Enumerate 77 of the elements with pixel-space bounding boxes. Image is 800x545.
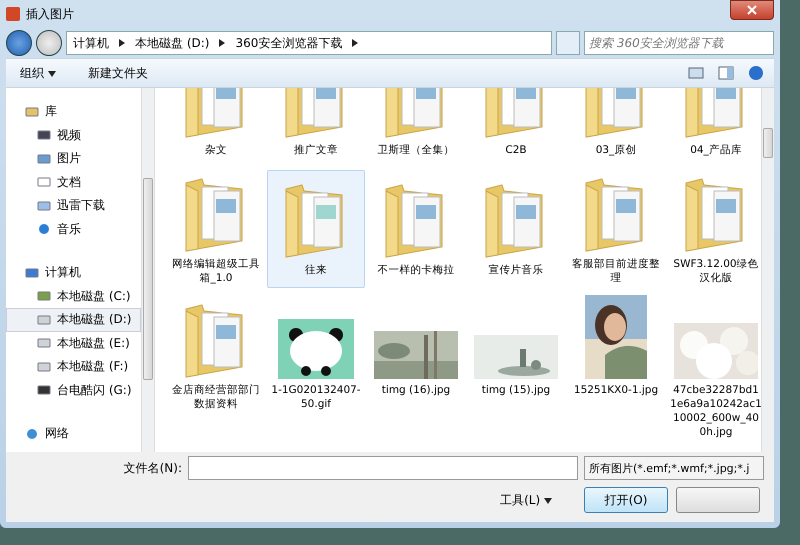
breadcrumb[interactable]: 360安全浏览器下载: [235, 34, 342, 52]
file-item[interactable]: timg (16).jpg: [367, 290, 465, 450]
file-item[interactable]: 卫斯理（全集）: [367, 88, 465, 168]
sidebar-item[interactable]: 计算机: [6, 261, 141, 284]
file-name: 04_产品库: [690, 143, 742, 157]
app-icon: [6, 7, 20, 21]
caret-icon: [48, 70, 56, 76]
file-item[interactable]: C2B: [467, 88, 565, 168]
tools-button[interactable]: 工具(L): [494, 490, 558, 510]
sidebar-item[interactable]: 本地磁盘 (D:): [6, 308, 141, 332]
organize-button[interactable]: 组织: [16, 62, 60, 84]
file-item[interactable]: 金店商经营部部门数据资料: [167, 290, 265, 450]
file-name: 47cbe32287bd11e6a9a10242ac110002_600w_400h.jpg: [670, 383, 761, 439]
file-name: 宣传片音乐: [488, 263, 544, 277]
file-name: 网络编辑超级工具箱_1.0: [171, 257, 261, 285]
new-folder-button[interactable]: 新建文件夹: [84, 62, 152, 84]
sidebar-item[interactable]: 迅雷下载: [6, 194, 141, 218]
file-name: 1-1G020132407-50.gif: [270, 383, 362, 411]
file-item[interactable]: 客服部目前进度整理: [567, 170, 665, 288]
sidebar-item[interactable]: 音乐: [6, 218, 141, 241]
sidebar-item[interactable]: 文档: [6, 170, 141, 194]
file-name: 往来: [305, 263, 327, 277]
chevron-icon: [119, 39, 125, 47]
close-button[interactable]: [730, 0, 774, 20]
sidebar-item[interactable]: 网络: [6, 422, 141, 446]
file-name: timg (15).jpg: [482, 383, 550, 397]
sidebar-item[interactable]: 视频: [6, 124, 141, 147]
file-item[interactable]: 不一样的卡梅拉: [367, 170, 465, 288]
back-button[interactable]: [6, 30, 32, 56]
filetype-dropdown[interactable]: 所有图片(*.emf;*.wmf;*.jpg;*.j: [584, 456, 764, 480]
close-icon: [747, 5, 757, 15]
file-name: 03_原创: [596, 143, 636, 157]
file-name: 客服部目前进度整理: [571, 257, 661, 285]
sidebar-item[interactable]: 台电酷闪 (G:): [6, 378, 141, 402]
file-item[interactable]: 03_原创: [567, 88, 665, 168]
dialog-button[interactable]: [676, 487, 760, 513]
window-title: 插入图片: [26, 6, 74, 22]
file-item[interactable]: 往来: [267, 170, 365, 288]
file-item[interactable]: 04_产品库: [667, 88, 761, 168]
filename-field[interactable]: [188, 456, 578, 480]
file-item[interactable]: 宣传片音乐: [467, 170, 565, 288]
file-item[interactable]: timg (15).jpg: [467, 290, 565, 450]
scrollbar-thumb[interactable]: [763, 128, 773, 158]
sidebar-item[interactable]: 本地磁盘 (E:): [6, 332, 141, 355]
file-name: 不一样的卡梅拉: [378, 263, 454, 277]
file-name: 杂文: [205, 143, 227, 157]
file-item[interactable]: 推广文章: [267, 88, 365, 168]
file-item[interactable]: SWF3.12.00绿色汉化版: [667, 170, 761, 288]
sidebar-item[interactable]: 本地磁盘 (F:): [6, 355, 141, 378]
file-item[interactable]: 1-1G020132407-50.gif: [267, 290, 365, 450]
filename-label: 文件名(N):: [124, 460, 182, 476]
sidebar-item[interactable]: 图片: [6, 147, 141, 170]
scrollbar-thumb[interactable]: [143, 178, 153, 380]
file-name: 15251KX0-1.jpg: [574, 383, 658, 397]
file-name: SWF3.12.00绿色汉化版: [672, 257, 760, 285]
file-name: 卫斯理（全集）: [378, 143, 454, 157]
file-item[interactable]: 15251KX0-1.jpg: [567, 290, 665, 450]
forward-button[interactable]: [36, 30, 62, 56]
file-name: 推广文章: [294, 143, 338, 157]
file-item[interactable]: 杂文: [167, 88, 265, 168]
breadcrumb[interactable]: 计算机: [73, 34, 109, 52]
sidebar-item[interactable]: 库: [6, 100, 141, 124]
file-name: timg (16).jpg: [382, 383, 450, 397]
file-name: 金店商经营部部门数据资料: [171, 383, 261, 411]
sidebar-item[interactable]: 本地磁盘 (C:): [6, 284, 141, 308]
caret-icon: [544, 498, 552, 504]
breadcrumb[interactable]: 本地磁盘 (D:): [135, 34, 210, 52]
chevron-icon: [219, 39, 226, 47]
file-name: C2B: [505, 143, 527, 157]
chevron-icon: [352, 39, 358, 47]
file-item[interactable]: 网络编辑超级工具箱_1.0: [167, 170, 265, 288]
search-field[interactable]: 搜索 360安全浏览器下载: [584, 31, 774, 55]
address-bar[interactable]: 计算机 本地磁盘 (D:) 360安全浏览器下载: [66, 31, 552, 55]
preview-pane-icon[interactable]: [718, 66, 734, 80]
view-icon[interactable]: [688, 67, 704, 79]
open-button[interactable]: 打开(O): [584, 487, 668, 513]
file-item[interactable]: 47cbe32287bd11e6a9a10242ac110002_600w_400h.jpg: [667, 290, 761, 450]
